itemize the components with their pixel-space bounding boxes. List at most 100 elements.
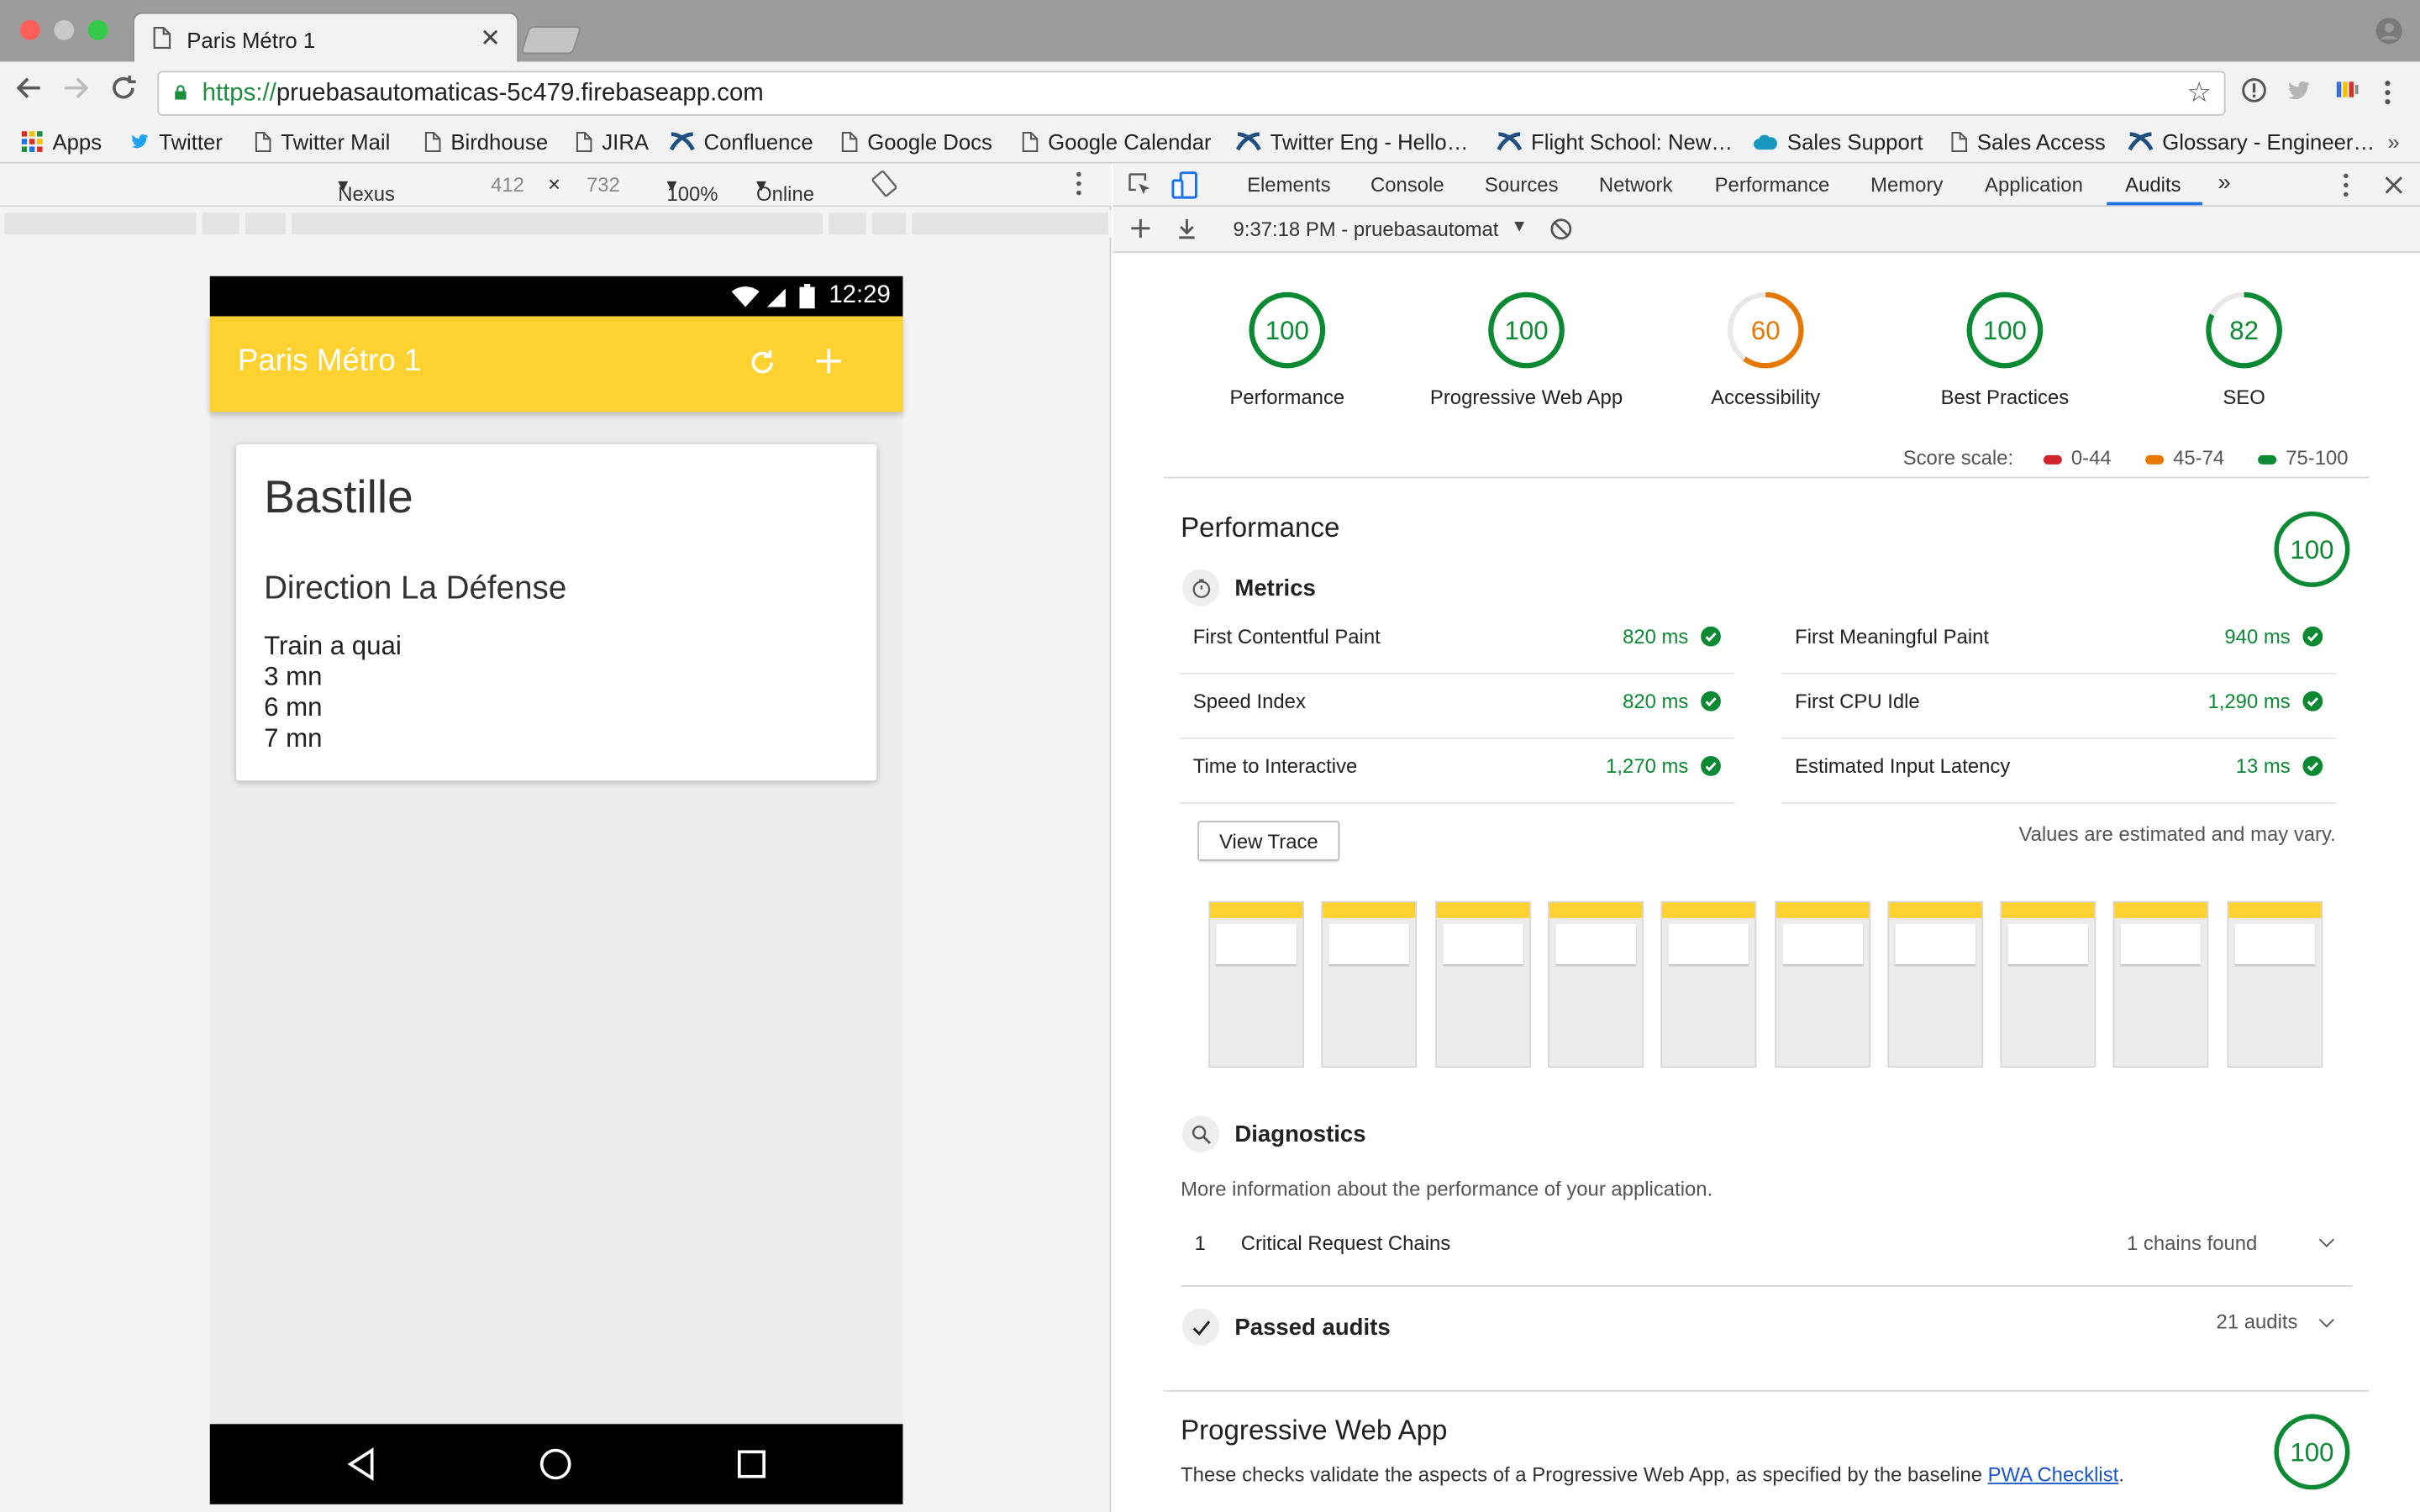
- close-tab-icon[interactable]: ✕: [480, 24, 501, 55]
- pass-check-icon: [1701, 690, 1721, 716]
- view-trace-button[interactable]: View Trace: [1197, 821, 1340, 861]
- bookmark-item[interactable]: Glossary - Engineer…: [2128, 127, 2375, 158]
- chevron-down-icon[interactable]: [2318, 1231, 2334, 1247]
- tab-network[interactable]: Network: [1599, 173, 1673, 197]
- back-triangle-icon[interactable]: [345, 1447, 376, 1489]
- audit-report: 100 Performance 100 Progressive Web App 60 Ac…: [1113, 253, 2420, 1512]
- tab-console[interactable]: Console: [1370, 173, 1444, 197]
- filmstrip-frame: [1321, 900, 1418, 1068]
- rotate-icon[interactable]: [871, 170, 897, 202]
- diagnostic-name[interactable]: Critical Request Chains: [1241, 1231, 1451, 1255]
- metrics-heading: Metrics: [1181, 569, 1316, 606]
- home-circle-icon[interactable]: [539, 1447, 572, 1489]
- add-icon[interactable]: [815, 347, 843, 382]
- new-audit-icon[interactable]: [1129, 218, 1151, 247]
- metric-value: 820 ms: [1623, 624, 1689, 648]
- tab-memory[interactable]: Memory: [1870, 173, 1943, 197]
- tab-application[interactable]: Application: [1985, 173, 2083, 197]
- metric-name: First Contentful Paint: [1192, 624, 1381, 648]
- extension-info-icon[interactable]: [2241, 77, 2267, 110]
- tab-sources[interactable]: Sources: [1485, 173, 1559, 197]
- network-throttle-select[interactable]: Online ▾: [756, 173, 814, 206]
- arrival-times: Train a quai 3 mn 6 mn 7 mn: [264, 631, 402, 754]
- color-extension-icon[interactable]: [2333, 77, 2361, 108]
- bookmark-item[interactable]: Twitter Mail: [255, 127, 390, 158]
- more-tabs-icon[interactable]: »: [2217, 170, 2230, 196]
- bookmark-star-icon[interactable]: ☆: [2186, 77, 2212, 110]
- category-gauge[interactable]: 100 Performance: [1164, 287, 1411, 409]
- download-report-icon[interactable]: [1176, 218, 1198, 247]
- bookmark-item[interactable]: Apps: [21, 127, 102, 158]
- bookmark-item[interactable]: Flight School: New…: [1497, 127, 1733, 158]
- metric-value: 13 ms: [2235, 754, 2291, 778]
- bookmark-item[interactable]: Sales Support: [1754, 127, 1923, 158]
- forward-arrow-icon[interactable]: [61, 74, 89, 111]
- page-icon: [1022, 131, 1039, 153]
- clear-reports-icon[interactable]: [1549, 218, 1573, 249]
- bookmark-item[interactable]: Twitter: [129, 127, 223, 158]
- close-window-button[interactable]: [19, 19, 40, 40]
- profile-icon[interactable]: [2375, 17, 2403, 52]
- report-selector[interactable]: 9:37:18 PM - pruebasautomat: [1234, 218, 1512, 241]
- filmstrip-frame: [1548, 900, 1644, 1068]
- browser-toolbar: https://pruebasautomaticas-5c479.firebas…: [0, 61, 2420, 123]
- pwa-section-title: Progressive Web App: [1181, 1415, 1448, 1446]
- svg-text:100: 100: [2290, 1437, 2333, 1467]
- performance-section-title: Performance: [1181, 512, 1340, 543]
- device-height-input[interactable]: 732: [587, 173, 620, 197]
- passed-audits-heading[interactable]: Passed audits: [1181, 1308, 1391, 1346]
- back-arrow-icon[interactable]: [15, 74, 43, 111]
- device-toggle-icon[interactable]: [1171, 171, 1199, 207]
- new-tab-button[interactable]: [520, 26, 582, 55]
- bookmark-item[interactable]: Google Docs: [841, 127, 992, 158]
- close-devtools-icon[interactable]: [2385, 175, 2403, 202]
- diagnostics-description: More information about the performance o…: [1181, 1177, 1713, 1200]
- report-dropdown-icon[interactable]: ▼: [1511, 218, 1528, 236]
- bookmark-item[interactable]: JIRA: [576, 127, 649, 158]
- device-more-icon[interactable]: [1076, 171, 1081, 201]
- zoom-select[interactable]: 100% ▾: [666, 173, 718, 206]
- divider: [1163, 1389, 2370, 1392]
- device-select[interactable]: Nexus 5X ▾: [338, 173, 395, 228]
- refresh-icon[interactable]: [747, 347, 778, 386]
- more-bookmarks-icon[interactable]: »: [2387, 127, 2399, 158]
- gauge-ring: 100: [1488, 291, 1565, 369]
- more-menu-icon[interactable]: [2383, 79, 2392, 113]
- pwa-checklist-link[interactable]: PWA Checklist: [1988, 1462, 2119, 1486]
- bookmark-item[interactable]: Twitter Eng - Hello…: [1235, 127, 1469, 158]
- tab-performance[interactable]: Performance: [1715, 173, 1830, 197]
- arrival-time: 3 mn: [264, 661, 323, 691]
- metric-name: Time to Interactive: [1192, 754, 1358, 778]
- gauge-score: 82: [2229, 316, 2259, 345]
- inspect-element-icon[interactable]: [1128, 173, 1153, 206]
- recents-square-icon[interactable]: [736, 1449, 767, 1488]
- category-gauge[interactable]: 82 SEO: [2121, 287, 2368, 409]
- tab-elements[interactable]: Elements: [1247, 173, 1331, 197]
- tab-title: Paris Métro 1: [187, 28, 316, 53]
- category-gauge[interactable]: 60 Accessibility: [1642, 287, 1889, 409]
- browser-tab[interactable]: Paris Métro 1 ✕: [132, 12, 519, 64]
- bookmark-label: Twitter Eng - Hello…: [1270, 129, 1469, 155]
- device-width-input[interactable]: 412: [491, 173, 524, 197]
- minimize-window-button[interactable]: [54, 19, 75, 40]
- twitter-extension-icon[interactable]: [2286, 77, 2312, 110]
- gauge-ring: 82: [2206, 291, 2282, 369]
- category-gauge[interactable]: 100 Progressive Web App: [1403, 287, 1650, 409]
- bookmark-item[interactable]: Sales Access: [1951, 127, 2106, 158]
- metric-name: Estimated Input Latency: [1795, 754, 2011, 778]
- station-card[interactable]: Bastille Direction La Défense Train a qu…: [236, 444, 877, 781]
- direction-label: Direction La Défense: [264, 570, 567, 606]
- tab-audits[interactable]: Audits: [2125, 173, 2181, 197]
- bookmark-item[interactable]: Google Calendar: [1022, 127, 1212, 158]
- bookmark-item[interactable]: Confluence: [669, 127, 813, 158]
- chevron-down-icon[interactable]: [2318, 1312, 2334, 1328]
- address-bar[interactable]: https://pruebasautomaticas-5c479.firebas…: [157, 71, 2226, 116]
- category-gauge[interactable]: 100 Best Practices: [1881, 287, 2128, 409]
- browser-tab-strip: Paris Métro 1 ✕: [0, 0, 2420, 64]
- reload-icon[interactable]: [109, 74, 137, 111]
- devtools-menu-icon[interactable]: [2343, 173, 2349, 206]
- metric-row: First Meaningful Paint 940 ms: [1781, 610, 2337, 675]
- bookmark-item[interactable]: Birdhouse: [424, 127, 548, 158]
- metric-row: First CPU Idle 1,290 ms: [1781, 675, 2337, 739]
- maximize-window-button[interactable]: [87, 19, 108, 40]
